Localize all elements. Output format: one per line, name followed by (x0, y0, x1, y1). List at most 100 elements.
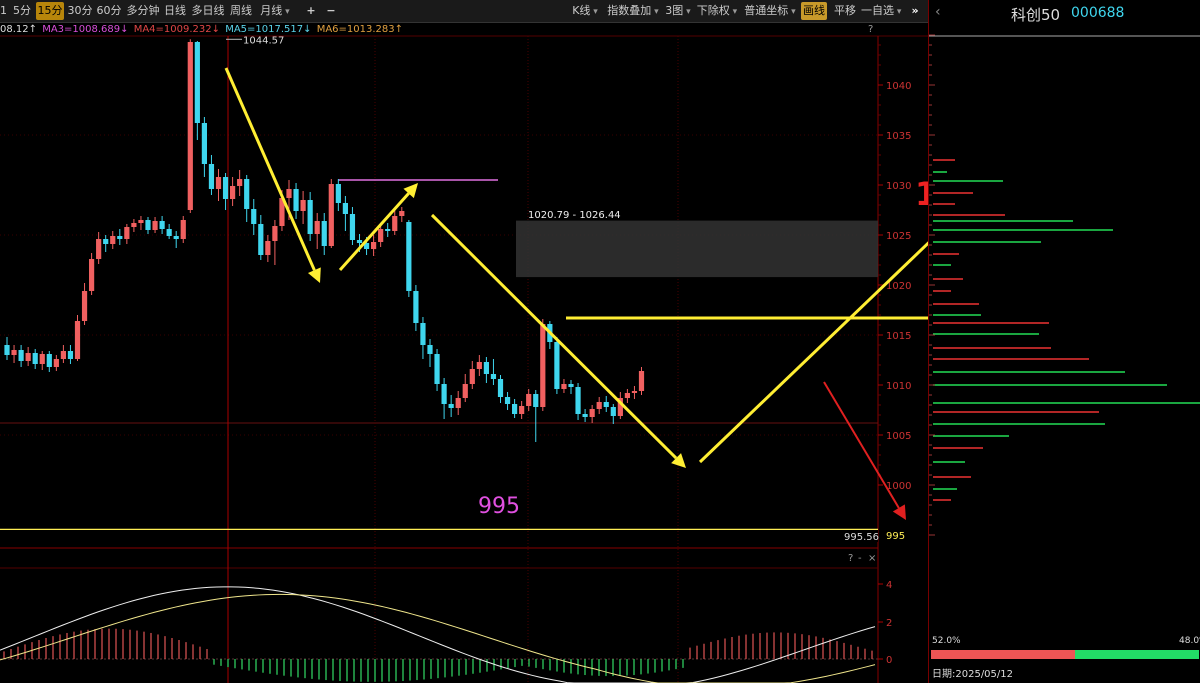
support-tag: 995.56 (844, 532, 879, 543)
candle-body (60, 351, 66, 359)
candle-body (610, 407, 616, 416)
candle-body (173, 236, 179, 239)
candle-body (131, 223, 137, 227)
price-tick-label: 1010 (886, 381, 911, 392)
range-label: 1020.79 - 1026.44 (528, 210, 621, 221)
candle-body (208, 164, 215, 189)
candle-body (575, 387, 581, 414)
candle-body (166, 229, 172, 236)
macd-tick-label: 2 (886, 618, 892, 629)
candle-body (420, 323, 426, 345)
candle-body (356, 240, 363, 243)
candle-body (596, 402, 602, 409)
candle-body (497, 379, 504, 397)
label-995: 995 (478, 494, 520, 519)
candle-body (18, 350, 24, 361)
candle-body (103, 239, 109, 244)
candle-body (194, 42, 200, 123)
price-tick-label: 1025 (886, 231, 911, 242)
candle-body (448, 404, 454, 408)
candle-body (81, 291, 88, 321)
candle-body (540, 324, 546, 407)
candle-body (117, 236, 123, 239)
candle-body (399, 211, 405, 216)
candle-body (230, 186, 236, 199)
macd-help-button[interactable]: ? (848, 553, 853, 564)
candle-body (39, 354, 45, 364)
candle-body (392, 216, 398, 231)
candle-body (25, 353, 31, 361)
current-price-tag: 995 (886, 531, 905, 542)
buy-ratio-label: 52.0% (932, 636, 961, 646)
sell-ratio-bar (1075, 650, 1199, 659)
price-tick-label: 1020 (886, 281, 911, 292)
candle-body (455, 398, 461, 408)
candle-body (300, 200, 306, 211)
price-tick-label: 1005 (886, 431, 911, 442)
candle-body (328, 184, 334, 246)
candle-body (462, 384, 468, 398)
candlestick-chart: 1044.571020.79 - 1026.44 104010351030102… (0, 35, 928, 683)
candle-body (159, 221, 165, 229)
candle-body (476, 362, 482, 369)
candle-body (201, 123, 207, 164)
macd-tick-label: 0 (886, 655, 892, 666)
candle-body (568, 384, 574, 387)
date-label: 日期:2025/05/12 (932, 669, 1014, 680)
candle-body (483, 362, 489, 374)
macd-minimize-button[interactable]: - (858, 553, 862, 564)
macd-panel: 4 2 0 (0, 580, 892, 683)
candle-body (293, 189, 299, 211)
candle-body (321, 221, 327, 246)
candle-body (138, 220, 144, 223)
candle-body (53, 359, 59, 367)
candle-body (307, 200, 313, 234)
candle-body (32, 353, 38, 364)
candle-body (74, 321, 81, 359)
candle-body (237, 179, 243, 186)
price-tick-label: 1000 (886, 481, 911, 492)
candle-body (378, 229, 384, 242)
candle-body (371, 242, 377, 249)
candle-body (638, 371, 645, 391)
gap-rect (516, 220, 878, 278)
candle-body (406, 222, 412, 291)
candle-body (519, 406, 525, 414)
candle-body (215, 177, 222, 189)
annotations: 99512 (224, 67, 928, 520)
candle-body (265, 241, 271, 255)
price-tick-label: 1015 (886, 331, 911, 342)
chart-grid (0, 35, 928, 683)
candle-body (589, 409, 595, 417)
candle-body (385, 229, 391, 231)
quote-side-panel: ‹ 科创50 000688 52.0% 48.0% 日期:2025/05/12 (928, 0, 1200, 683)
sell-ratio-label: 48.0% (1179, 636, 1200, 646)
candle-body (554, 342, 560, 389)
candle-body (286, 189, 292, 198)
high-label: 1044.57 (243, 35, 284, 46)
candle-body (342, 203, 348, 214)
candle-body (624, 393, 630, 398)
candle-body (533, 394, 539, 407)
candle-body (272, 226, 278, 241)
volume-profile (929, 34, 1200, 536)
candle-body (490, 374, 497, 379)
macd-tick-label: 4 (886, 580, 892, 591)
candle-body (561, 384, 567, 389)
macd-close-button[interactable]: × (868, 553, 876, 564)
candle-body (4, 345, 10, 355)
candle-body (11, 350, 17, 355)
price-tick-label: 1035 (886, 131, 911, 142)
candle-body (145, 220, 151, 230)
candle-body (67, 351, 74, 359)
arrow-down-red-shaft (823, 381, 900, 509)
candle-body (152, 221, 158, 230)
candle-body (314, 221, 320, 234)
candle-body (187, 42, 193, 210)
candle-body (124, 227, 130, 239)
candle-body (46, 354, 52, 367)
candle-body (512, 404, 518, 414)
candle-body (526, 394, 532, 406)
price-tick-label: 1030 (886, 181, 911, 192)
candle-body (258, 224, 264, 255)
